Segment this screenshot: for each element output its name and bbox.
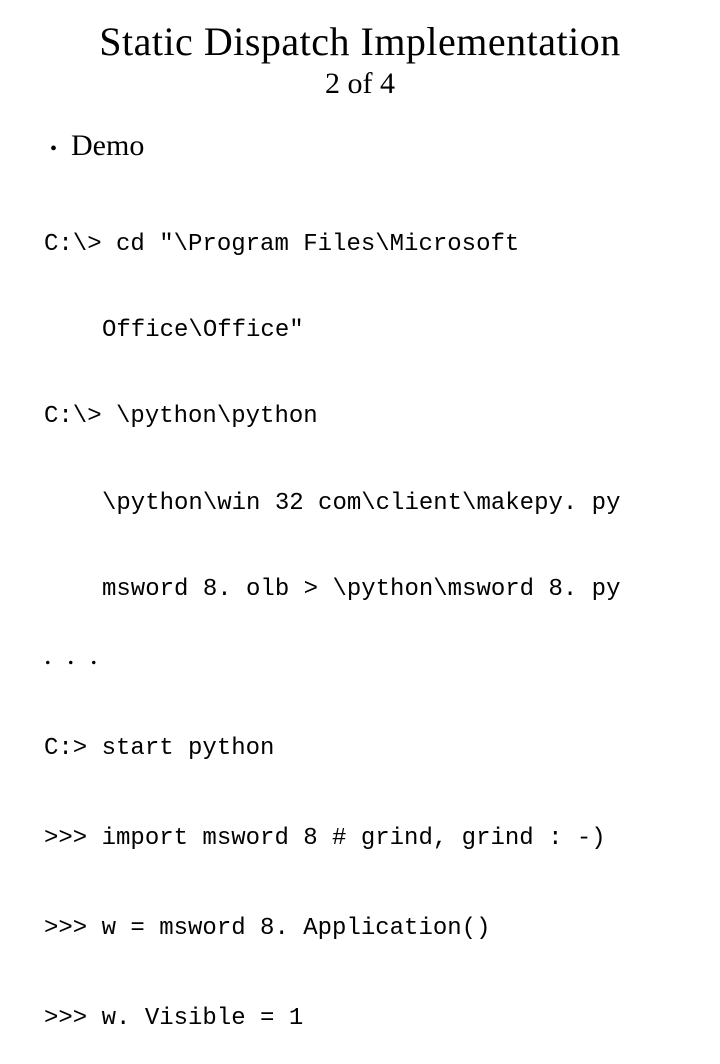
code-line: C:\> cd "\Program Files\Microsoft bbox=[44, 231, 680, 260]
bullet-text: Demo bbox=[71, 129, 144, 163]
slide-subtitle: 2 of 4 bbox=[40, 67, 680, 101]
code-block-2: C:> start python >>> import msword 8 # g… bbox=[44, 674, 680, 1064]
code-line: msword 8. olb > \python\msword 8. py bbox=[102, 576, 680, 605]
bullet-dot-icon: • bbox=[50, 139, 57, 159]
code-line: Office\Office" bbox=[102, 317, 680, 346]
bullet-item: • Demo bbox=[50, 129, 680, 163]
ellipsis: . . . bbox=[44, 638, 680, 672]
code-block-1: C:\> cd "\Program Files\Microsoft Office… bbox=[44, 173, 680, 634]
code-line: C:\> \python\python bbox=[44, 403, 680, 432]
code-line: >>> w = msword 8. Application() bbox=[44, 914, 680, 944]
code-line: \python\win 32 com\client\makepy. py bbox=[102, 490, 680, 519]
code-line: >>> w. Visible = 1 bbox=[44, 1004, 680, 1034]
code-line: C:> start python bbox=[44, 734, 680, 764]
code-line: >>> import msword 8 # grind, grind : -) bbox=[44, 824, 680, 854]
slide-title: Static Dispatch Implementation bbox=[40, 18, 680, 65]
